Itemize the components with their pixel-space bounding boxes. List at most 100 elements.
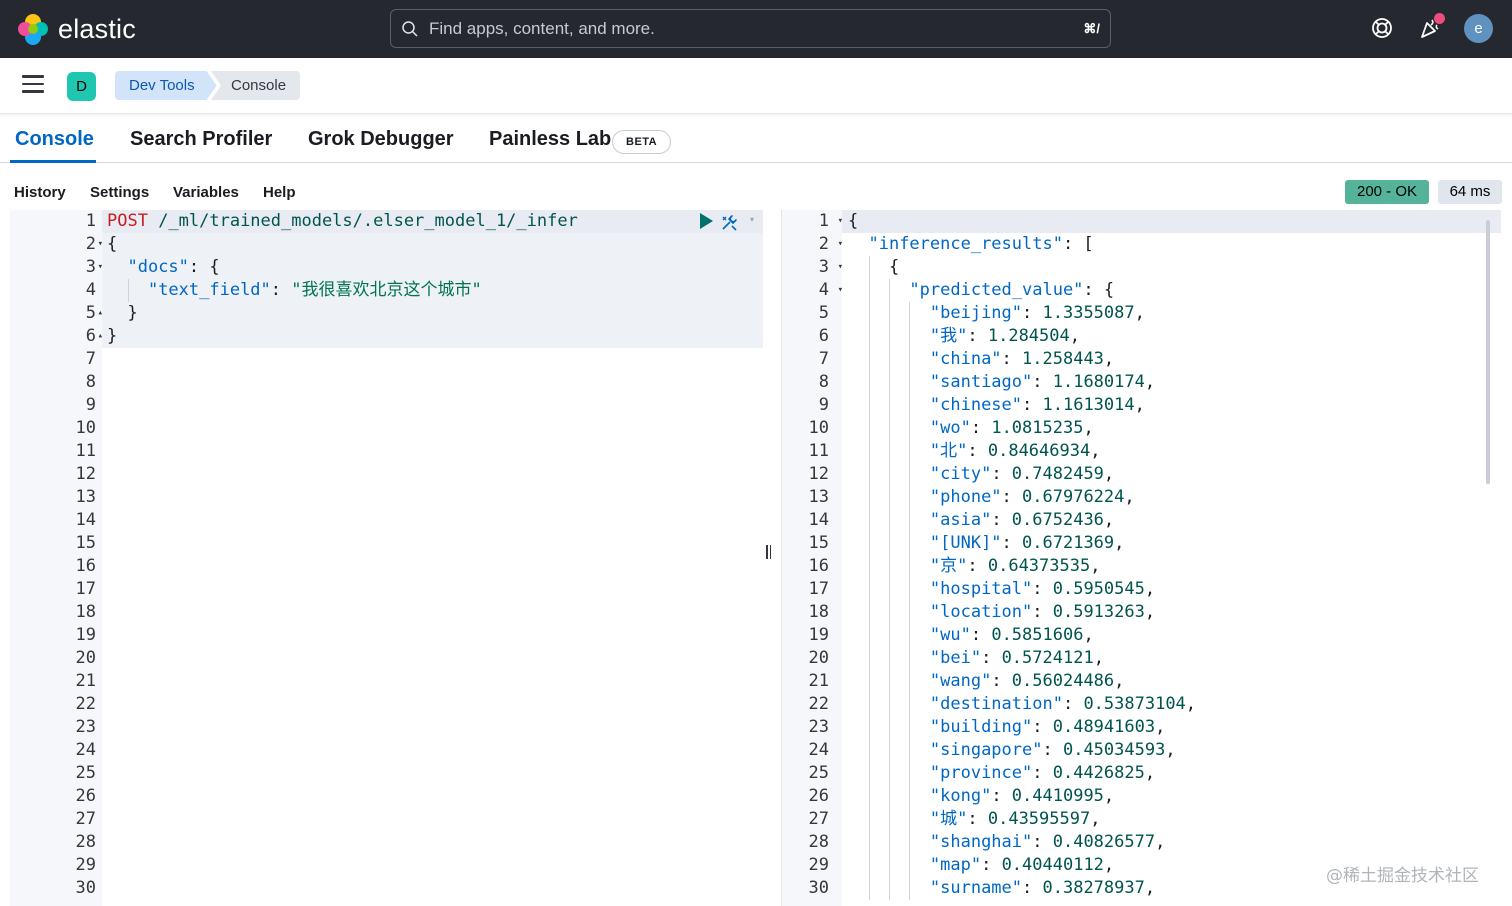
watermark: @稀土掘金技术社区 <box>1326 866 1479 886</box>
help-button[interactable]: Help <box>263 184 296 201</box>
line-number: 11 <box>808 441 829 461</box>
json-number: 0.5851606 <box>991 625 1084 645</box>
line-number: 4 <box>85 280 96 300</box>
settings-button[interactable]: Settings <box>90 184 149 201</box>
json-key: "location" <box>929 602 1033 622</box>
fold-arrow-down-icon[interactable]: ▾ <box>98 233 103 256</box>
line-number: 6 ▴ <box>85 325 103 348</box>
json-key: "santiago" <box>929 372 1033 392</box>
panel-resize-handle[interactable] <box>766 545 776 563</box>
json-string: "我很喜欢北京这个城市" <box>291 280 482 300</box>
code-line: "bei": 0.5724121, <box>848 647 1488 670</box>
line-number: 25 <box>808 763 829 783</box>
breadcrumb-console: Console <box>211 71 301 100</box>
line-number: 18 <box>808 602 829 622</box>
history-button[interactable]: History <box>14 184 66 201</box>
line-number: 19 <box>808 625 829 645</box>
code-line: "santiago": 1.1680174, <box>848 371 1488 394</box>
line-number: 4 ▾ <box>818 279 843 302</box>
response-scrollbar[interactable] <box>1486 220 1490 484</box>
line-number: 29 <box>75 855 96 875</box>
fold-arrow-down-icon[interactable]: ▾ <box>838 256 843 279</box>
code-line: "province": 0.4426825, <box>848 762 1488 785</box>
response-viewer[interactable]: 1 ▾ 2 ▾ 3 ▾ 4 ▾ 5 6 7 8 9 10 11 12 13 14 15 16 17 18 19 20 21 22 2… <box>781 210 1501 906</box>
elastic-logo[interactable]: elastic <box>16 12 136 46</box>
code-line: "china": 1.258443, <box>848 348 1488 371</box>
json-number: 0.5724121 <box>1001 648 1094 668</box>
json-key: "[UNK]" <box>929 533 1002 553</box>
request-line-numbers: 1 2 ▾ 3 ▾ 4 5 ▴ 6 ▴ 7 8 9 10 11 12 13 14 15 16 17 18 19 20 21 22 2… <box>10 210 103 906</box>
duration-badge: 64 ms <box>1438 180 1502 204</box>
json-key: "wu" <box>929 625 971 645</box>
line-number: 21 <box>75 671 96 691</box>
json-number: 0.84646934 <box>987 441 1091 461</box>
request-editor[interactable]: 1 2 ▾ 3 ▾ 4 5 ▴ 6 ▴ 7 8 9 10 11 12 13 14 15 16 17 18 19 20 21 22 2… <box>10 210 763 906</box>
line-number: 10 <box>75 418 96 438</box>
line-number: 18 <box>75 602 96 622</box>
line-number: 10 <box>808 418 829 438</box>
code-line: "京": 0.64373535, <box>848 555 1488 578</box>
code-line: "predicted_value": { <box>848 279 1488 302</box>
tab-grok-debugger[interactable]: Grok Debugger <box>308 128 454 151</box>
line-number: 12 <box>808 464 829 484</box>
fold-arrow-up-icon[interactable]: ▴ <box>98 302 103 325</box>
code-line: "hospital": 0.5950545, <box>848 578 1488 601</box>
line-number: 15 <box>808 533 829 553</box>
line-number: 14 <box>808 510 829 530</box>
json-number: 0.64373535 <box>987 556 1091 576</box>
code-line: "shanghai": 0.40826577, <box>848 831 1488 854</box>
line-number: 29 <box>808 855 829 875</box>
line-number: 26 <box>808 786 829 806</box>
code-line: "destination": 0.53873104, <box>848 693 1488 716</box>
user-avatar[interactable]: e <box>1464 14 1493 43</box>
code-line: } <box>107 326 118 346</box>
line-number: 9 <box>85 395 96 415</box>
json-key: "province" <box>929 763 1033 783</box>
code-line: "城": 0.43595597, <box>848 808 1488 831</box>
json-number: 1.0815235 <box>991 418 1084 438</box>
fold-arrow-down-icon[interactable]: ▾ <box>838 210 843 233</box>
wrench-icon[interactable] <box>720 212 740 232</box>
line-number: 20 <box>75 648 96 668</box>
tab-search-profiler[interactable]: Search Profiler <box>130 128 272 151</box>
line-number: 2 ▾ <box>85 233 103 256</box>
line-number: 1 <box>85 211 96 231</box>
code-line: "wang": 0.56024486, <box>848 670 1488 693</box>
json-key: "asia" <box>929 510 992 530</box>
code-line: POST /_ml/trained_models/.elser_model_1/… <box>107 210 763 233</box>
fold-arrow-down-icon[interactable]: ▾ <box>838 279 843 302</box>
line-number: 5 ▴ <box>85 302 103 325</box>
tab-console[interactable]: Console <box>15 128 94 151</box>
line-number: 22 <box>75 694 96 714</box>
code-line: "[UNK]": 0.6721369, <box>848 532 1488 555</box>
fold-arrow-down-icon[interactable]: ▾ <box>838 233 843 256</box>
fold-arrow-down-icon[interactable]: ▾ <box>98 256 103 279</box>
json-key: "shanghai" <box>929 832 1033 852</box>
json-number: 0.43595597 <box>987 809 1091 829</box>
line-number: 7 <box>85 349 96 369</box>
help-icon[interactable] <box>1370 16 1394 40</box>
fold-arrow-up-icon[interactable]: ▴ <box>98 325 103 348</box>
line-number: 15 <box>75 533 96 553</box>
space-avatar[interactable]: D <box>67 72 96 101</box>
json-number: 0.48941603 <box>1052 717 1156 737</box>
line-number: 14 <box>75 510 96 530</box>
json-number: 0.40440112 <box>1001 855 1104 875</box>
play-icon[interactable] <box>698 212 714 230</box>
json-key: "城" <box>929 809 968 829</box>
global-search[interactable]: ⌘/ <box>390 9 1111 48</box>
search-input[interactable] <box>429 18 1049 39</box>
line-number: 25 <box>75 763 96 783</box>
code-line: "asia": 0.6752436, <box>848 509 1488 532</box>
hamburger-menu-icon[interactable] <box>22 75 46 97</box>
line-number: 3 ▾ <box>85 256 103 279</box>
line-number: 9 <box>818 395 829 415</box>
breadcrumb-dev-tools[interactable]: Dev Tools <box>115 71 217 100</box>
json-number: 0.45034593 <box>1062 740 1166 760</box>
variables-button[interactable]: Variables <box>173 184 239 201</box>
request-path: /_ml/trained_models/.elser_model_1/_infe… <box>147 211 578 231</box>
line-number: 24 <box>75 740 96 760</box>
more-options-icon[interactable]: ▾ <box>750 215 754 224</box>
code-line: { <box>848 211 859 231</box>
tab-painless-lab[interactable]: Painless Lab <box>489 128 611 151</box>
